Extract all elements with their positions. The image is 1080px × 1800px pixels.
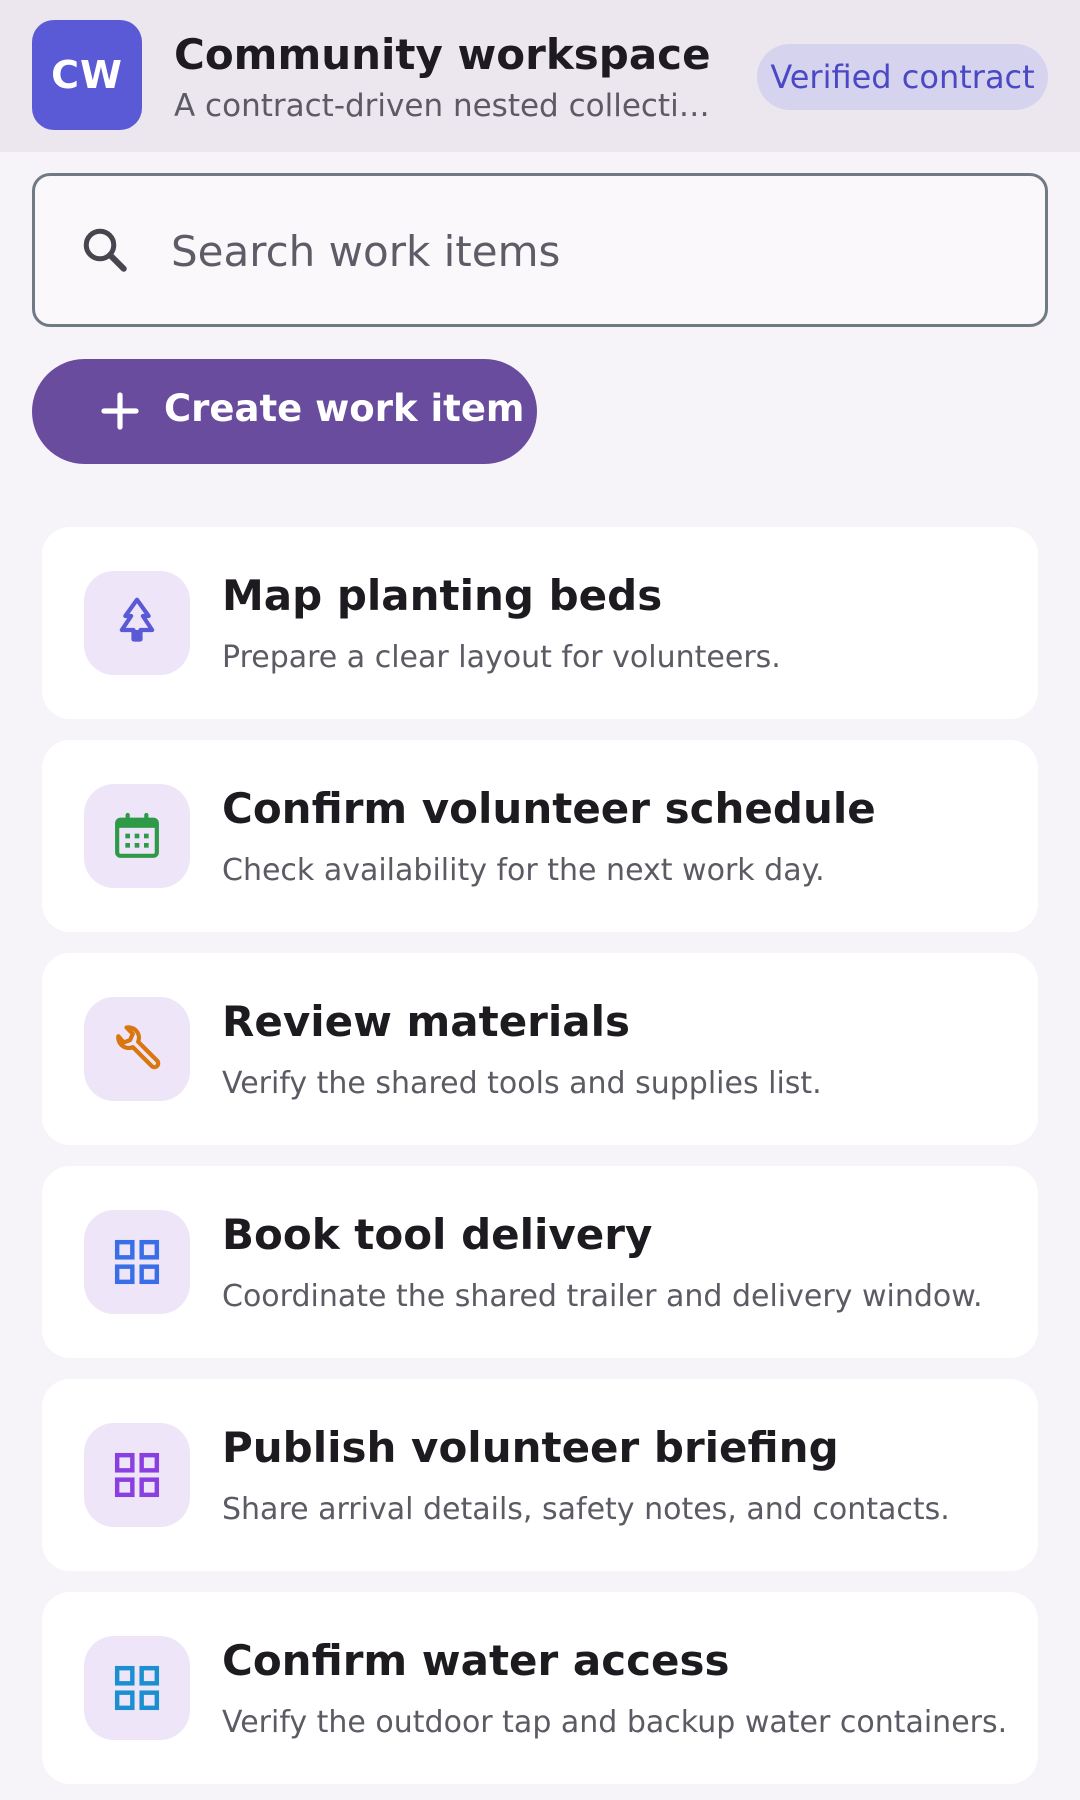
work-item-title: Publish volunteer briefing — [222, 1423, 839, 1472]
calendar-icon — [115, 812, 159, 858]
work-item-icon-tile — [84, 571, 190, 675]
work-item-title: Confirm water access — [222, 1636, 730, 1685]
work-item-icon-tile — [84, 784, 190, 888]
work-item-icon-tile — [84, 997, 190, 1101]
work-item-list: Map planting beds Prepare a clear layout… — [42, 527, 1038, 1800]
work-item-card[interactable]: Publish volunteer briefing Share arrival… — [42, 1379, 1038, 1571]
work-item-card[interactable]: Confirm volunteer schedule Check availab… — [42, 740, 1038, 932]
tree-icon — [119, 597, 155, 642]
work-item-icon-tile — [84, 1636, 190, 1740]
workspace-avatar: CW — [32, 20, 142, 130]
work-item-card[interactable]: Review materials Verify the shared tools… — [42, 953, 1038, 1145]
wrench-icon — [116, 1025, 161, 1070]
grid-icon — [114, 1452, 160, 1498]
status-badge: Verified contract — [757, 44, 1048, 110]
search-input[interactable] — [171, 206, 1011, 296]
work-item-title: Review materials — [222, 997, 631, 1046]
work-item-card[interactable]: Book tool delivery Coordinate the shared… — [42, 1166, 1038, 1358]
work-item-card[interactable]: Confirm water access Verify the outdoor … — [42, 1592, 1038, 1784]
app-header: CW Community workspace A contract-driven… — [0, 0, 1080, 152]
work-item-description: Verify the outdoor tap and backup water … — [222, 1705, 1008, 1740]
work-item-description: Share arrival details, safety notes, and… — [222, 1492, 950, 1527]
search-box[interactable] — [32, 173, 1048, 327]
work-item-card[interactable]: Map planting beds Prepare a clear layout… — [42, 527, 1038, 719]
work-item-description: Prepare a clear layout for volunteers. — [222, 640, 781, 675]
work-item-icon-tile — [84, 1210, 190, 1314]
work-item-icon-tile — [84, 1423, 190, 1527]
workspace-page: CW Community workspace A contract-driven… — [0, 0, 1080, 1800]
work-item-title: Confirm volunteer schedule — [222, 784, 876, 833]
work-item-title: Map planting beds — [222, 571, 663, 620]
grid-icon — [114, 1665, 160, 1711]
page-subtitle: A contract-driven nested collection view — [174, 88, 724, 124]
work-item-title: Book tool delivery — [222, 1210, 653, 1259]
plus-icon — [101, 392, 139, 430]
grid-icon — [114, 1239, 160, 1285]
work-item-description: Verify the shared tools and supplies lis… — [222, 1066, 822, 1101]
page-title: Community workspace — [174, 30, 711, 79]
create-work-item-label: Create work item — [164, 387, 525, 430]
work-item-description: Check availability for the next work day… — [222, 853, 825, 888]
search-icon — [83, 228, 127, 272]
create-work-item-button[interactable]: Create work item — [32, 359, 537, 464]
work-item-description: Coordinate the shared trailer and delive… — [222, 1279, 983, 1314]
